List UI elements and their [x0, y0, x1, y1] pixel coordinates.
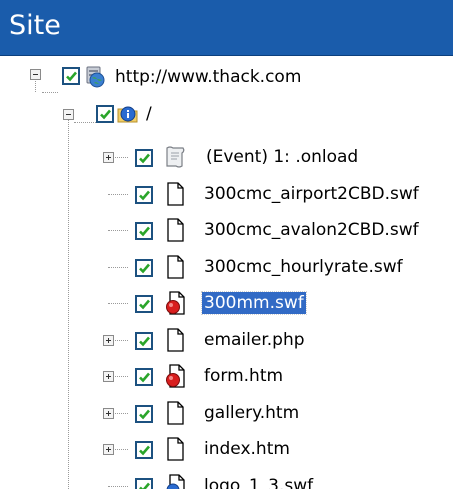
tree-item-label[interactable]: (Event) 1: .onload — [204, 146, 360, 168]
tree-line — [108, 303, 128, 304]
tree-line — [108, 230, 128, 231]
check-icon — [139, 482, 150, 489]
item-checkbox[interactable] — [135, 368, 153, 386]
tree-item-label[interactable]: 300cmc_avalon2CBD.swf — [202, 219, 421, 241]
item-checkbox[interactable] — [135, 477, 153, 489]
check-icon — [139, 409, 150, 419]
check-icon — [139, 372, 150, 383]
page-info-icon — [164, 473, 186, 489]
tree-item-label[interactable]: form.htm — [202, 365, 285, 387]
page-error-icon — [164, 364, 186, 388]
item-checkbox[interactable] — [135, 295, 153, 313]
collapse-toggle[interactable] — [30, 69, 41, 80]
item-checkbox[interactable] — [135, 331, 153, 350]
tree-line — [108, 485, 128, 487]
tree-item-label[interactable]: logo_1_3.swf — [202, 475, 315, 489]
check-icon — [139, 299, 150, 310]
page-icon — [164, 437, 186, 461]
panel-title: Site — [9, 10, 61, 41]
item-checkbox[interactable] — [135, 149, 153, 167]
expand-toggle[interactable] — [103, 152, 114, 163]
item-checkbox[interactable] — [135, 404, 153, 423]
folder-checkbox[interactable] — [96, 105, 114, 123]
page-icon — [164, 400, 186, 425]
page-error-icon — [164, 291, 186, 315]
check-icon — [139, 226, 150, 237]
expand-toggle[interactable] — [103, 371, 114, 382]
tree-item-label[interactable]: 300cmc_airport2CBD.swf — [202, 183, 421, 205]
item-checkbox[interactable] — [135, 222, 153, 240]
root-checkbox[interactable] — [62, 67, 80, 85]
tree-line — [108, 266, 128, 268]
tree-line — [74, 122, 96, 123]
check-icon — [139, 153, 150, 164]
check-icon — [139, 445, 150, 456]
tree-line — [42, 92, 58, 93]
item-checkbox[interactable] — [135, 441, 153, 459]
item-checkbox[interactable] — [135, 258, 153, 277]
check-icon — [100, 109, 111, 120]
expand-toggle[interactable] — [103, 334, 114, 346]
tree-item-label[interactable]: index.htm — [202, 438, 292, 460]
check-icon — [139, 263, 150, 273]
tree-item-label[interactable]: gallery.htm — [202, 402, 301, 424]
info-folder-icon — [117, 102, 139, 126]
globe-server-icon — [84, 65, 106, 89]
tree-line — [35, 79, 36, 92]
page-icon — [164, 218, 186, 242]
panel-header: Site — [0, 0, 453, 56]
item-checkbox[interactable] — [135, 185, 153, 204]
tree-item-label[interactable]: 300mm.swf — [201, 291, 307, 315]
tree-label-root[interactable]: http://www.thack.com — [113, 66, 303, 88]
tree-line — [68, 109, 69, 489]
collapse-toggle[interactable] — [63, 109, 74, 120]
tree-label-folder[interactable]: / — [144, 103, 154, 125]
scroll-icon — [164, 145, 186, 169]
page-icon — [164, 327, 186, 352]
site-tree[interactable]: http://www.thack.com / (Event) 1: .onloa… — [0, 55, 453, 489]
check-icon — [139, 336, 150, 346]
expand-toggle[interactable] — [103, 444, 114, 455]
expand-toggle[interactable] — [103, 407, 114, 419]
tree-line — [108, 193, 128, 195]
check-icon — [66, 71, 77, 82]
check-icon — [139, 190, 150, 200]
tree-item-label[interactable]: 300cmc_hourlyrate.swf — [202, 256, 405, 278]
page-icon — [164, 181, 186, 206]
page-icon — [164, 254, 186, 279]
tree-item-label[interactable]: emailer.php — [202, 329, 307, 351]
